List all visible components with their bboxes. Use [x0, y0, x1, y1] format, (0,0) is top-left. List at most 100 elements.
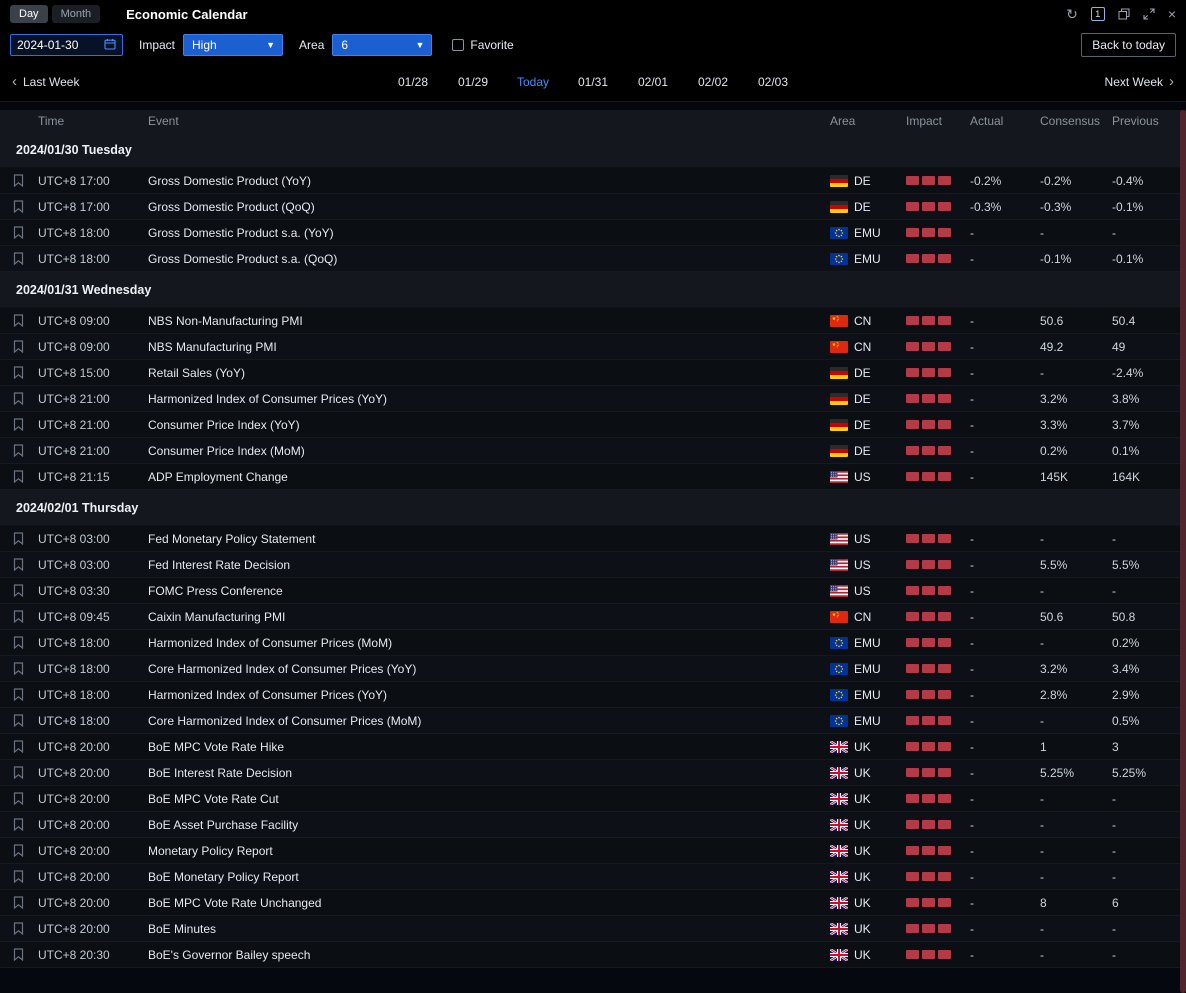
bookmark-icon[interactable]	[0, 662, 36, 675]
event-row[interactable]: UTC+8 03:00 Fed Interest Rate Decision US -…	[0, 552, 1186, 578]
refresh-icon[interactable]: ↻	[1066, 7, 1078, 21]
event-row[interactable]: UTC+8 03:30 FOMC Press Conference US - - -	[0, 578, 1186, 604]
event-name[interactable]: Retail Sales (YoY)	[146, 366, 828, 380]
event-name[interactable]: BoE MPC Vote Rate Cut	[146, 792, 828, 806]
bookmark-icon[interactable]	[0, 470, 36, 483]
bookmark-icon[interactable]	[0, 714, 36, 727]
layout-count-badge[interactable]: 1	[1090, 7, 1105, 21]
event-row[interactable]: UTC+8 20:00 BoE Asset Purchase Facility UK…	[0, 812, 1186, 838]
event-name[interactable]: Harmonized Index of Consumer Prices (YoY…	[146, 688, 828, 702]
event-name[interactable]: BoE Minutes	[146, 922, 828, 936]
bookmark-icon[interactable]	[0, 532, 36, 545]
bookmark-icon[interactable]	[0, 392, 36, 405]
event-name[interactable]: FOMC Press Conference	[146, 584, 828, 598]
weeknav-day-0201[interactable]: 02/01	[636, 75, 670, 89]
bookmark-icon[interactable]	[0, 636, 36, 649]
bookmark-icon[interactable]	[0, 444, 36, 457]
event-row[interactable]: UTC+8 18:00 Harmonized Index of Consumer …	[0, 630, 1186, 656]
bookmark-icon[interactable]	[0, 740, 36, 753]
close-icon[interactable]: ×	[1168, 7, 1176, 21]
event-name[interactable]: BoE Asset Purchase Facility	[146, 818, 828, 832]
event-row[interactable]: UTC+8 09:00 NBS Manufacturing PMI CN - 49.2 4…	[0, 334, 1186, 360]
restore-window-icon[interactable]	[1118, 8, 1130, 20]
date-picker[interactable]: 2024-01-30	[10, 34, 123, 56]
tab-month[interactable]: Month	[51, 5, 101, 23]
event-row[interactable]: UTC+8 18:00 Harmonized Index of Consumer …	[0, 682, 1186, 708]
bookmark-icon[interactable]	[0, 314, 36, 327]
event-name[interactable]: Fed Monetary Policy Statement	[146, 532, 828, 546]
next-week-button[interactable]: Next Week ›	[1105, 73, 1174, 90]
event-name[interactable]: Gross Domestic Product s.a. (QoQ)	[146, 252, 828, 266]
bookmark-icon[interactable]	[0, 948, 36, 961]
event-row[interactable]: UTC+8 18:00 Gross Domestic Product s.a. (…	[0, 246, 1186, 272]
weeknav-day-today[interactable]: Today	[516, 75, 550, 89]
event-row[interactable]: UTC+8 03:00 Fed Monetary Policy Statement…	[0, 526, 1186, 552]
bookmark-icon[interactable]	[0, 558, 36, 571]
event-row[interactable]: UTC+8 20:00 BoE Interest Rate Decision UK -…	[0, 760, 1186, 786]
event-row[interactable]: UTC+8 18:00 Core Harmonized Index of Cons…	[0, 656, 1186, 682]
event-row[interactable]: UTC+8 20:00 BoE MPC Vote Rate Hike UK - 1 3	[0, 734, 1186, 760]
event-row[interactable]: UTC+8 18:00 Core Harmonized Index of Cons…	[0, 708, 1186, 734]
event-name[interactable]: Core Harmonized Index of Consumer Prices…	[146, 662, 828, 676]
bookmark-icon[interactable]	[0, 174, 36, 187]
event-name[interactable]: Gross Domestic Product (YoY)	[146, 174, 828, 188]
event-row[interactable]: UTC+8 20:00 BoE MPC Vote Rate Cut UK - - -	[0, 786, 1186, 812]
event-name[interactable]: NBS Non-Manufacturing PMI	[146, 314, 828, 328]
favorite-filter[interactable]: Favorite	[452, 38, 514, 52]
bookmark-icon[interactable]	[0, 340, 36, 353]
event-name[interactable]: Harmonized Index of Consumer Prices (MoM…	[146, 636, 828, 650]
bookmark-icon[interactable]	[0, 844, 36, 857]
weeknav-day-0128[interactable]: 01/28	[396, 75, 430, 89]
event-name[interactable]: BoE Monetary Policy Report	[146, 870, 828, 884]
bookmark-icon[interactable]	[0, 766, 36, 779]
favorite-checkbox[interactable]	[452, 39, 465, 51]
event-name[interactable]: Fed Interest Rate Decision	[146, 558, 828, 572]
event-name[interactable]: BoE's Governor Bailey speech	[146, 948, 828, 962]
event-row[interactable]: UTC+8 21:00 Harmonized Index of Consumer …	[0, 386, 1186, 412]
event-name[interactable]: Monetary Policy Report	[146, 844, 828, 858]
event-row[interactable]: UTC+8 18:00 Gross Domestic Product s.a. (…	[0, 220, 1186, 246]
bookmark-icon[interactable]	[0, 584, 36, 597]
bookmark-icon[interactable]	[0, 688, 36, 701]
event-row[interactable]: UTC+8 20:30 BoE's Governor Bailey speech U…	[0, 942, 1186, 968]
event-name[interactable]: Consumer Price Index (YoY)	[146, 418, 828, 432]
event-row[interactable]: UTC+8 20:00 BoE Monetary Policy Report UK -…	[0, 864, 1186, 890]
impact-select[interactable]: High ▼	[183, 34, 284, 56]
expand-icon[interactable]	[1143, 8, 1155, 20]
event-row[interactable]: UTC+8 17:00 Gross Domestic Product (QoQ) D…	[0, 194, 1186, 220]
event-row[interactable]: UTC+8 17:00 Gross Domestic Product (YoY) D…	[0, 168, 1186, 194]
event-name[interactable]: BoE MPC Vote Rate Unchanged	[146, 896, 828, 910]
back-to-today-button[interactable]: Back to today	[1081, 33, 1176, 57]
last-week-button[interactable]: ‹ Last Week	[12, 73, 79, 90]
event-name[interactable]: ADP Employment Change	[146, 470, 828, 484]
event-row[interactable]: UTC+8 09:00 NBS Non-Manufacturing PMI CN - 5…	[0, 308, 1186, 334]
event-row[interactable]: UTC+8 21:15 ADP Employment Change US - 145K 1…	[0, 464, 1186, 490]
bookmark-icon[interactable]	[0, 610, 36, 623]
event-name[interactable]: Gross Domestic Product (QoQ)	[146, 200, 828, 214]
event-row[interactable]: UTC+8 20:00 BoE MPC Vote Rate Unchanged UK…	[0, 890, 1186, 916]
weeknav-day-0202[interactable]: 02/02	[696, 75, 730, 89]
event-row[interactable]: UTC+8 21:00 Consumer Price Index (MoM) DE -…	[0, 438, 1186, 464]
event-row[interactable]: UTC+8 20:00 BoE Minutes UK - - -	[0, 916, 1186, 942]
tab-day[interactable]: Day	[10, 5, 48, 23]
event-name[interactable]: BoE MPC Vote Rate Hike	[146, 740, 828, 754]
bookmark-icon[interactable]	[0, 922, 36, 935]
bookmark-icon[interactable]	[0, 418, 36, 431]
weeknav-day-0131[interactable]: 01/31	[576, 75, 610, 89]
bookmark-icon[interactable]	[0, 226, 36, 239]
event-name[interactable]: BoE Interest Rate Decision	[146, 766, 828, 780]
event-row[interactable]: UTC+8 09:45 Caixin Manufacturing PMI CN - 50…	[0, 604, 1186, 630]
event-name[interactable]: Caixin Manufacturing PMI	[146, 610, 828, 624]
event-name[interactable]: Consumer Price Index (MoM)	[146, 444, 828, 458]
event-name[interactable]: NBS Manufacturing PMI	[146, 340, 828, 354]
bookmark-icon[interactable]	[0, 818, 36, 831]
event-name[interactable]: Gross Domestic Product s.a. (YoY)	[146, 226, 828, 240]
event-name[interactable]: Core Harmonized Index of Consumer Prices…	[146, 714, 828, 728]
weeknav-day-0129[interactable]: 01/29	[456, 75, 490, 89]
bookmark-icon[interactable]	[0, 366, 36, 379]
bookmark-icon[interactable]	[0, 896, 36, 909]
event-name[interactable]: Harmonized Index of Consumer Prices (YoY…	[146, 392, 828, 406]
weeknav-day-0203[interactable]: 02/03	[756, 75, 790, 89]
event-row[interactable]: UTC+8 20:00 Monetary Policy Report UK - - -	[0, 838, 1186, 864]
event-row[interactable]: UTC+8 15:00 Retail Sales (YoY) DE - - -2.4%	[0, 360, 1186, 386]
